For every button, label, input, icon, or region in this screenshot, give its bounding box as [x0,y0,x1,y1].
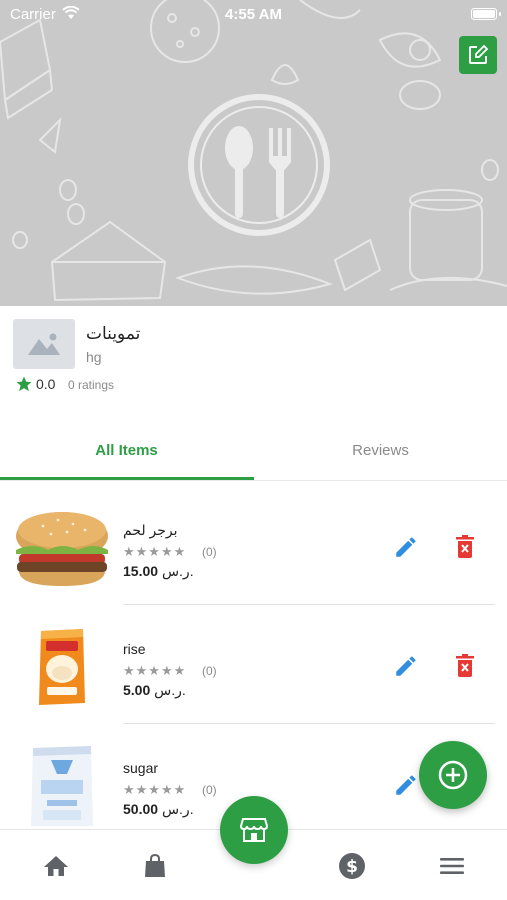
item-price: 50.00 ر.س. [123,801,194,818]
edit-square-icon [469,44,489,64]
rice-bag-image [39,629,85,705]
rating-value: 0.0 [36,376,56,392]
price-currency: ر.س. [161,801,194,817]
item-reviews-count: (0) [202,783,217,797]
tabs-divider [0,480,507,481]
item-name: rise [123,641,146,657]
store-info: تموينات hg 0.0 0 ratings [0,306,507,416]
clock: 4:55 AM [225,6,282,23]
plus-circle-icon [438,760,468,790]
item-reviews-count: (0) [202,545,217,559]
add-item-button[interactable] [419,741,487,809]
list-item[interactable]: برجر لحم ★★★★★ (0) 15.00 ر.س. [0,486,507,605]
store-subtitle: hg [86,349,102,365]
menu-icon [440,857,464,874]
nav-earnings[interactable]: $ [322,830,382,900]
price-amount: 50.00 [123,801,159,817]
burger-image [16,512,108,586]
home-icon [44,855,68,876]
edit-pencil-icon[interactable] [393,772,419,798]
store-cover: Carrier 4:55 AM [0,0,507,306]
price-amount: 5.00 [123,682,151,698]
shopping-bag-icon [145,853,165,877]
tab-reviews[interactable]: Reviews [254,420,507,480]
nav-menu[interactable] [422,830,482,900]
tab-bar: All Items Reviews [0,420,507,482]
store-logo-placeholder [13,319,75,369]
item-rating-stars: ★★★★★ [123,663,187,678]
item-price: 15.00 ر.س. [123,563,194,580]
item-name: sugar [123,760,159,776]
item-rating-stars: ★★★★★ [123,782,187,797]
item-price: 5.00 ر.س. [123,682,186,699]
image-placeholder-icon [28,333,60,355]
svg-text:$: $ [346,857,358,877]
nav-orders[interactable] [125,830,185,900]
item-reviews-count: (0) [202,664,217,678]
battery-icon [471,8,501,20]
list-item[interactable]: rise ★★★★★ (0) 5.00 ر.س. [0,605,507,724]
delete-trash-icon[interactable] [453,653,477,679]
star-icon [16,376,32,392]
edit-pencil-icon[interactable] [393,653,419,679]
ratings-count: 0 ratings [68,378,115,392]
store-name: تموينات [86,324,141,343]
food-doodle-background [0,0,507,302]
item-name: برجر لحم [123,522,178,538]
edit-store-button[interactable] [459,36,497,74]
nav-home[interactable] [26,830,86,900]
tab-all-items[interactable]: All Items [0,420,253,480]
storefront-icon [240,818,268,842]
status-bar: Carrier 4:55 AM [0,0,507,30]
item-rating-stars: ★★★★★ [123,544,187,559]
edit-pencil-icon[interactable] [393,534,419,560]
price-currency: ر.س. [154,682,186,698]
sugar-bag-image [31,746,93,826]
price-currency: ر.س. [161,563,194,579]
dollar-icon: $ [339,852,365,879]
plate-fork-spoon-icon [188,94,330,236]
price-amount: 15.00 [123,563,159,579]
delete-trash-icon[interactable] [453,534,477,560]
store-button[interactable] [220,796,288,864]
